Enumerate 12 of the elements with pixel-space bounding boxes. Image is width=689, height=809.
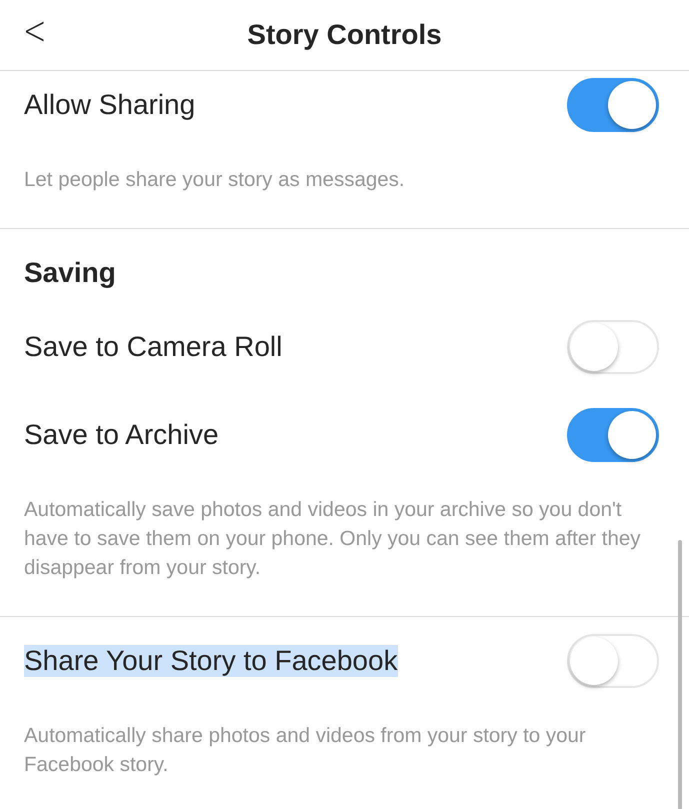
toggle-switch[interactable] (567, 78, 659, 132)
screen-title: Story Controls (247, 19, 442, 51)
setting-description: Automatically share photos and videos from your story to your Facebook story. (23, 723, 587, 778)
toggle-switch[interactable] (567, 408, 659, 462)
setting-description: Automatically save photos and videos in your archive so you don't have to save them on your phone. Only you can see them after they disappear from your story. (23, 497, 642, 581)
setting-label: Save to Archive (24, 419, 219, 451)
setting-label: Share Your Story to Facebook (24, 645, 398, 677)
section-heading: Saving (23, 256, 117, 290)
back-button[interactable]: < (20, 8, 50, 54)
setting-description: Let people share your story as messages. (23, 167, 406, 193)
setting-label: Allow Sharing (24, 89, 196, 121)
setting-label: Save to Camera Roll (24, 331, 282, 363)
